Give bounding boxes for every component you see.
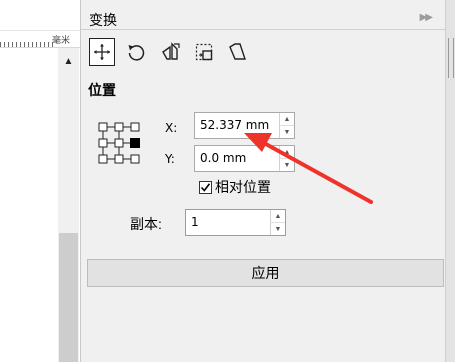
vertical-scrollbar[interactable]: ▲ — [58, 48, 79, 362]
scrollbar-thumb[interactable] — [59, 233, 78, 362]
ruler-ticks — [0, 42, 54, 47]
copies-value[interactable]: 1 — [186, 210, 270, 235]
y-increment-icon[interactable]: ▲ — [280, 146, 294, 158]
horizontal-ruler[interactable]: 毫米 — [0, 31, 80, 48]
checkmark-icon — [200, 182, 211, 192]
scale-mirror-icon — [162, 42, 180, 60]
position-section-title: 位置 — [88, 82, 116, 98]
copies-spin-buttons: ▲ ▼ — [270, 210, 285, 235]
size-icon — [195, 43, 213, 61]
rotate-icon — [128, 45, 145, 61]
transform-toolbar — [89, 38, 251, 68]
x-position-field[interactable]: 52.337 mm ▲ ▼ — [194, 112, 295, 139]
skew-tool-button[interactable] — [225, 38, 251, 66]
relative-position-label: 相对位置 — [215, 179, 271, 195]
transform-docker: 变换 ▶▶ 位置 X: 52.337 mm ▲ ▼ Y: 0.0 mm ▲ ▼ … — [80, 0, 455, 362]
copies-label: 副本: — [130, 216, 162, 232]
relative-position-option[interactable]: 相对位置 — [199, 177, 271, 197]
y-position-field[interactable]: 0.0 mm ▲ ▼ — [194, 145, 295, 172]
y-label: Y: — [165, 152, 175, 166]
drawing-canvas[interactable]: 毫米 ▲ — [0, 0, 80, 362]
rotate-tool-button[interactable] — [123, 38, 149, 66]
y-decrement-icon[interactable]: ▼ — [280, 158, 294, 171]
docker-side-tab[interactable] — [445, 0, 455, 362]
collapse-docker-icon[interactable]: ▶▶ — [420, 12, 433, 23]
copies-increment-icon[interactable]: ▲ — [271, 210, 285, 222]
apply-button[interactable]: 应用 — [87, 259, 444, 287]
anchor-point-selector[interactable] — [98, 122, 140, 164]
scroll-up-icon[interactable]: ▲ — [58, 48, 79, 74]
docker-header: 变换 ▶▶ — [81, 6, 445, 30]
y-spin-buttons: ▲ ▼ — [279, 146, 294, 171]
copies-field[interactable]: 1 ▲ ▼ — [185, 209, 286, 236]
canvas-top-strip — [0, 0, 80, 31]
x-position-value[interactable]: 52.337 mm — [195, 113, 279, 138]
side-tab-grip — [448, 38, 454, 78]
skew-icon — [229, 43, 246, 60]
move-cross-icon — [94, 44, 110, 60]
x-increment-icon[interactable]: ▲ — [280, 113, 294, 125]
x-label: X: — [165, 121, 178, 135]
x-spin-buttons: ▲ ▼ — [279, 113, 294, 138]
size-tool-button[interactable] — [191, 38, 217, 66]
ruler-unit-label: 毫米 — [52, 36, 71, 46]
scale-mirror-tool-button[interactable] — [157, 38, 183, 66]
copies-decrement-icon[interactable]: ▼ — [271, 222, 285, 235]
docker-title: 变换 — [89, 12, 117, 28]
y-position-value[interactable]: 0.0 mm — [195, 146, 279, 171]
x-decrement-icon[interactable]: ▼ — [280, 125, 294, 138]
relative-position-checkbox[interactable] — [199, 180, 212, 194]
position-tool-button[interactable] — [89, 38, 115, 66]
